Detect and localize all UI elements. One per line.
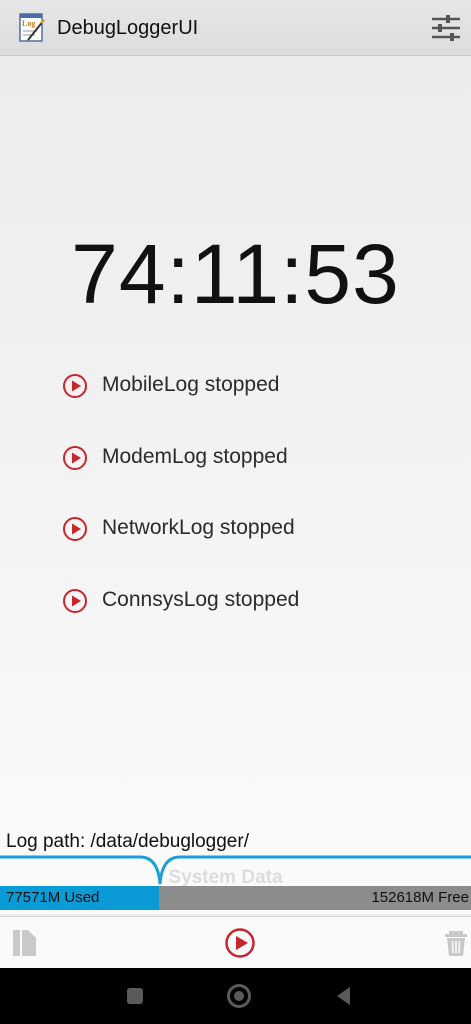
storage-free-label: 152618M Free [371, 889, 469, 906]
elapsed-timer: 74:11:53 [71, 227, 400, 321]
system-nav-bar [0, 968, 471, 1024]
log-row-connsyslog[interactable]: ConnsysLog stopped [62, 585, 442, 615]
log-status-label: ConnsysLog stopped [102, 588, 300, 611]
svg-text:Log: Log [22, 19, 35, 28]
back-triangle-icon[interactable] [330, 982, 358, 1010]
app-title: DebugLoggerUI [57, 17, 199, 39]
play-circle-icon[interactable] [224, 927, 256, 959]
play-circle-icon[interactable] [62, 588, 88, 614]
log-row-networklog[interactable]: NetworkLog stopped [62, 513, 442, 543]
sliders-icon[interactable] [429, 12, 463, 44]
storage-bar: 77571M Used 152618M Free [0, 886, 471, 910]
home-circle-icon[interactable] [225, 982, 253, 1010]
log-file-icon[interactable] [9, 927, 41, 959]
log-path: Log path: /data/debuglogger/ [6, 831, 249, 852]
recents-square-icon[interactable] [121, 982, 149, 1010]
log-status-label: NetworkLog stopped [102, 516, 295, 539]
log-row-modemlog[interactable]: ModemLog stopped [62, 442, 442, 472]
log-notepad-icon: Log [19, 13, 45, 42]
log-row-mobilelog[interactable]: MobileLog stopped [62, 370, 442, 400]
play-circle-icon[interactable] [62, 373, 88, 399]
storage-used-label: 77571M Used [6, 889, 100, 906]
log-status-label: ModemLog stopped [102, 445, 288, 468]
bottom-toolbar [0, 916, 471, 968]
app-bar: Log DebugLoggerUI [0, 0, 471, 56]
log-status-label: MobileLog stopped [102, 373, 280, 396]
trash-icon[interactable] [440, 927, 471, 959]
play-circle-icon[interactable] [62, 516, 88, 542]
play-circle-icon[interactable] [62, 445, 88, 471]
